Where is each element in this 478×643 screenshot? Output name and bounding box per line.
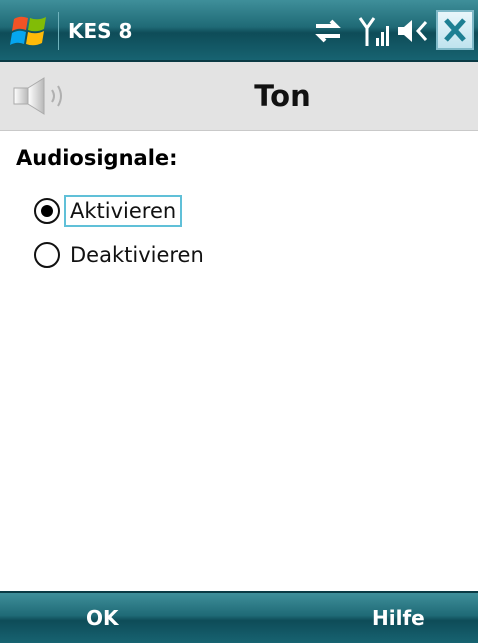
- help-softkey[interactable]: Hilfe: [372, 593, 425, 643]
- signal-icon[interactable]: [358, 14, 390, 48]
- radio-label-enable[interactable]: Aktivieren: [63, 195, 183, 227]
- page-header: Ton: [0, 62, 478, 131]
- radio-label-disable[interactable]: Deaktivieren: [66, 241, 208, 269]
- app-title: KES 8: [68, 19, 133, 43]
- connectivity-icon[interactable]: [310, 14, 346, 48]
- radio-option-enable[interactable]: Aktivieren: [34, 194, 183, 228]
- softkey-bar: OK Hilfe: [0, 591, 478, 643]
- title-bar: KES 8: [0, 0, 478, 62]
- close-button[interactable]: [436, 10, 474, 50]
- title-separator: [58, 12, 59, 50]
- page-title: Ton: [254, 79, 311, 113]
- radio-option-disable[interactable]: Deaktivieren: [34, 238, 208, 272]
- close-icon: [444, 18, 466, 42]
- volume-icon[interactable]: [396, 14, 432, 48]
- windows-start-icon[interactable]: [8, 9, 52, 53]
- radio-button-disable[interactable]: [34, 242, 60, 268]
- radio-button-enable[interactable]: [34, 198, 60, 224]
- audio-signals-label: Audiosignale:: [16, 146, 178, 170]
- ok-softkey[interactable]: OK: [86, 593, 119, 643]
